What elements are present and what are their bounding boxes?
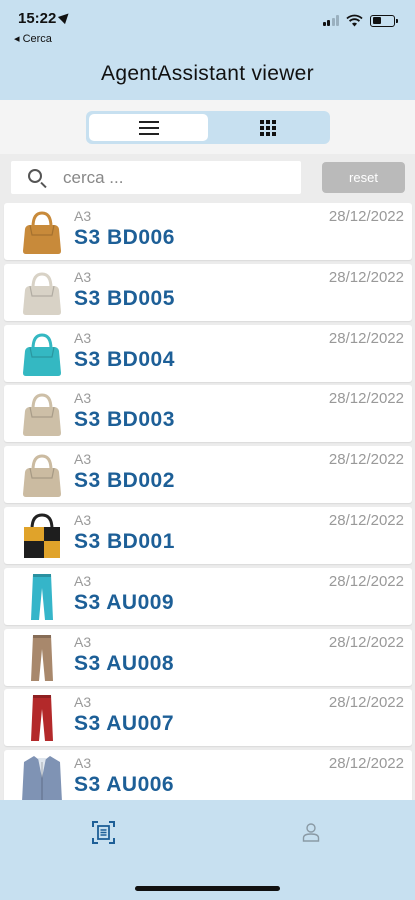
item-category: A3 — [74, 268, 92, 285]
list-item[interactable]: A3 S3 AU006 28/12/2022 — [4, 750, 412, 800]
list-icon — [138, 120, 159, 135]
item-category: A3 — [74, 208, 92, 224]
list-view-button[interactable] — [89, 114, 208, 141]
search-box — [11, 161, 301, 194]
item-code: S3 AU007 — [74, 712, 175, 736]
location-arrow-icon — [58, 9, 73, 25]
trousers-icon — [31, 634, 53, 681]
page-title: AgentAssistant viewer — [101, 62, 314, 85]
list-item[interactable]: A3 S3 BD001 28/12/2022 — [4, 507, 412, 564]
status-time: 15:22 — [18, 9, 73, 27]
list-item[interactable]: A3 S3 AU009 28/12/2022 — [4, 567, 412, 625]
cellular-signal-icon — [322, 15, 339, 26]
grid-view-button[interactable] — [208, 114, 327, 141]
bag-icon — [23, 454, 61, 498]
item-date: 28/12/2022 — [328, 755, 404, 773]
jacket-icon — [22, 756, 62, 800]
item-date: 28/12/2022 — [328, 694, 404, 712]
top-bar: 15:22 ◂ Cerca AgentAssistant viewer — [0, 0, 415, 100]
item-category: A3 — [74, 390, 92, 407]
item-category: A3 — [74, 451, 92, 468]
item-category: A3 — [74, 572, 92, 589]
trousers-icon — [31, 573, 53, 620]
bag-icon — [23, 211, 61, 254]
scan-icon[interactable] — [92, 821, 115, 844]
item-code: S3 BD005 — [74, 286, 175, 310]
search-input[interactable] — [63, 161, 293, 194]
bag-icon — [23, 333, 61, 376]
item-category: A3 — [74, 755, 92, 772]
list-item[interactable]: A3 S3 BD005 28/12/2022 — [4, 263, 412, 321]
item-code: S3 BD003 — [74, 408, 175, 432]
item-category: A3 — [74, 633, 92, 650]
view-switch-bar — [0, 100, 415, 154]
list-item[interactable]: A3 S3 AU008 28/12/2022 — [4, 628, 412, 686]
bag-icon — [23, 393, 61, 437]
reset-button[interactable]: reset — [322, 162, 405, 193]
trousers-icon — [31, 695, 53, 742]
grid-icon — [259, 119, 276, 136]
item-code: S3 BD001 — [74, 530, 175, 553]
profile-icon[interactable] — [301, 822, 321, 842]
list-item[interactable]: A3 S3 BD003 28/12/2022 — [4, 385, 412, 443]
tab-bar — [0, 800, 415, 900]
home-indicator — [135, 886, 280, 891]
item-code: S3 BD004 — [74, 347, 175, 371]
item-date: 28/12/2022 — [328, 512, 404, 529]
item-date: 28/12/2022 — [328, 572, 404, 590]
search-icon — [28, 169, 42, 183]
item-date: 28/12/2022 — [328, 633, 404, 651]
item-category: A3 — [74, 512, 92, 528]
wifi-icon — [346, 14, 363, 27]
list-item[interactable]: A3 S3 BD006 28/12/2022 — [4, 203, 412, 260]
item-code: S3 AU008 — [74, 651, 175, 675]
item-category: A3 — [74, 694, 92, 711]
list-item[interactable]: A3 S3 BD004 28/12/2022 — [4, 324, 412, 382]
item-date: 28/12/2022 — [328, 329, 404, 347]
view-switch — [86, 111, 330, 144]
bag-icon — [23, 272, 61, 315]
product-list: A3 S3 BD006 28/12/2022 A3 S3 BD005 28/12/2022… — [0, 200, 415, 800]
status-icons — [322, 14, 398, 27]
item-date: 28/12/2022 — [328, 390, 404, 408]
back-to-app-link[interactable]: ◂ Cerca — [14, 32, 52, 45]
list-item[interactable]: A3 S3 AU007 28/12/2022 — [4, 689, 412, 747]
item-code: S3 AU006 — [74, 773, 175, 797]
tote-bag-icon — [24, 513, 60, 558]
item-code: S3 BD002 — [74, 469, 175, 493]
item-date: 28/12/2022 — [328, 208, 404, 225]
item-date: 28/12/2022 — [328, 451, 404, 469]
item-category: A3 — [74, 329, 92, 346]
item-code: S3 AU009 — [74, 590, 175, 614]
item-code: S3 BD006 — [74, 226, 175, 249]
item-date: 28/12/2022 — [328, 268, 404, 286]
search-bar: reset — [0, 154, 415, 200]
list-item[interactable]: A3 S3 BD002 28/12/2022 — [4, 446, 412, 504]
battery-icon — [370, 14, 398, 27]
